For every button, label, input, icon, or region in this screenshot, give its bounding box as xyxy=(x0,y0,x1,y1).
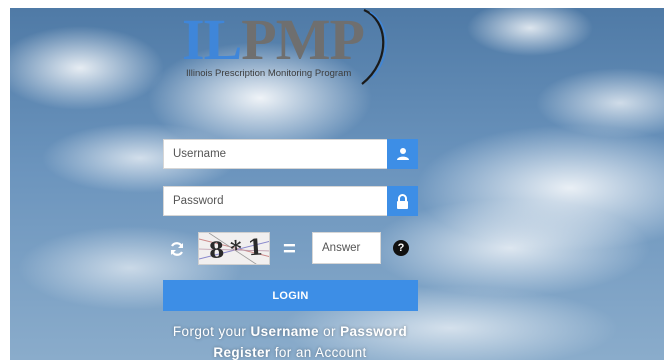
help-icon[interactable]: ? xyxy=(393,240,409,256)
password-addon xyxy=(387,186,418,216)
login-button[interactable]: LOGIN xyxy=(163,280,418,311)
forgot-username-link[interactable]: Username xyxy=(250,324,319,339)
captcha-answer-field xyxy=(312,232,381,264)
captcha-refresh-button[interactable] xyxy=(166,238,188,260)
equals-sign: = xyxy=(283,236,296,261)
logo-subtitle: Illinois Prescription Monitoring Program xyxy=(186,68,352,79)
lock-icon xyxy=(397,193,408,209)
forgot-password-link[interactable]: Password xyxy=(340,324,407,339)
logo-il: IL xyxy=(182,7,242,72)
forgot-prefix: Forgot your xyxy=(172,324,247,339)
forgot-credentials-line: Forgot your Username or Password xyxy=(150,324,430,339)
or-text: or xyxy=(323,324,336,339)
captcha-text: 8*1 xyxy=(208,233,270,265)
register-suffix: for an Account xyxy=(274,345,367,360)
username-input[interactable] xyxy=(164,140,388,168)
refresh-icon xyxy=(170,242,184,256)
password-field xyxy=(163,186,418,216)
register-link[interactable]: Register xyxy=(213,345,270,360)
logo-pmp: PMP xyxy=(241,7,365,72)
user-icon xyxy=(396,148,409,160)
username-addon xyxy=(387,139,418,169)
username-field xyxy=(163,139,418,169)
password-input[interactable] xyxy=(164,187,388,215)
register-line: Register for an Account xyxy=(150,345,430,360)
captcha-answer-input[interactable] xyxy=(313,233,380,263)
logo-wordmark: ILPMP xyxy=(182,7,365,72)
ilpmp-logo: ILPMP Illinois Prescription Monitoring P… xyxy=(180,8,405,88)
logo-swoosh-icon xyxy=(361,8,387,85)
captcha-image: 8*1 xyxy=(198,232,270,265)
